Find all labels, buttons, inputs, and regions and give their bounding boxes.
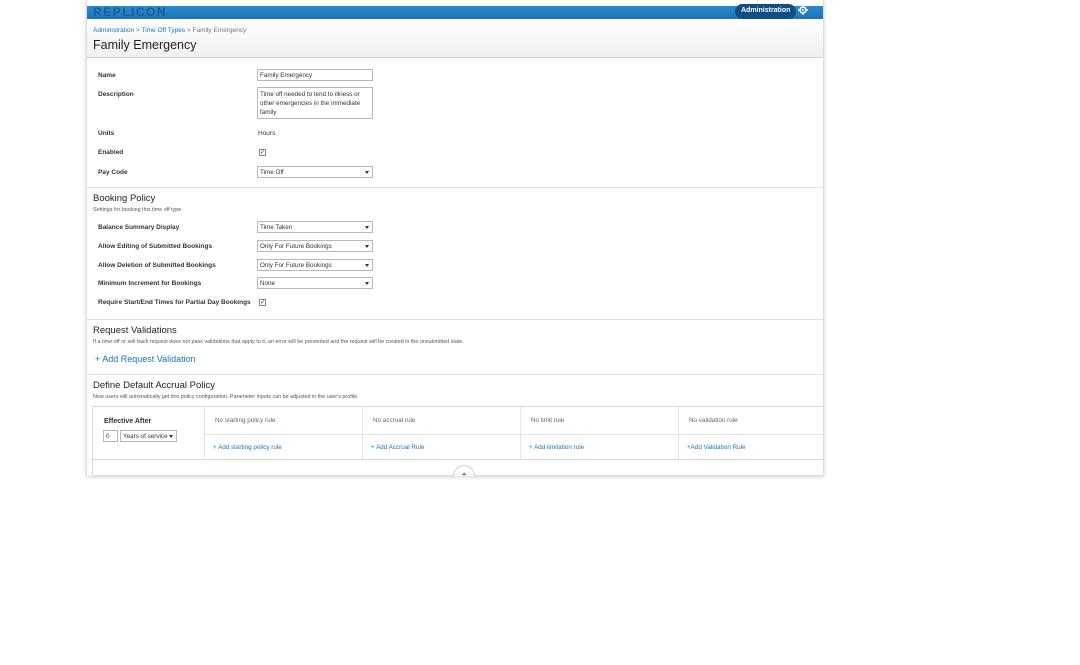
breadcrumb-administration-link[interactable]: Administration (93, 27, 134, 34)
name-label: Name (98, 72, 116, 79)
allow-deletion-label: Allow Deletion of Submitted Bookings (98, 262, 216, 269)
section-divider (87, 187, 823, 188)
units-label: Units (98, 130, 115, 137)
allow-deletion-select[interactable]: Only For Future Bookings (257, 259, 373, 271)
allow-deletion-value: Only For Future Bookings (260, 262, 332, 269)
limit-rule-column: No limit rule + Add limitation rule (520, 407, 678, 459)
app-window: REPLICON Administration Administration >… (86, 0, 824, 476)
plus-icon: + (461, 470, 467, 476)
accrual-policy-title: Define Default Accrual Policy (93, 380, 215, 391)
pay-code-select[interactable]: Time Off (257, 166, 373, 178)
section-divider (87, 319, 823, 320)
effective-after-label: Effective After (104, 418, 152, 425)
units-value: Hours (258, 130, 276, 137)
page-header: Administration > Time Off Types > Family… (87, 19, 823, 58)
name-input[interactable]: Family Emergency (257, 69, 373, 81)
minimum-increment-value: None (260, 280, 276, 287)
enabled-checkbox[interactable]: ✓ (259, 149, 266, 156)
gear-icon[interactable] (797, 5, 809, 17)
minimum-increment-label: Minimum Increment for Bookings (98, 280, 202, 287)
add-starting-policy-link[interactable]: + Add starting policy rule (213, 444, 282, 451)
pay-code-label: Pay Code (98, 169, 128, 176)
top-bar: REPLICON Administration (87, 0, 823, 19)
balance-summary-select[interactable]: Time Taken (257, 221, 373, 233)
no-starting-policy-text: No starting policy rule (215, 417, 276, 424)
validation-rule-column: No validation rule +Add Validation Rule (678, 407, 823, 459)
caret-down-icon (365, 245, 369, 248)
request-validations-subtitle: If a time off or sell back request does … (93, 339, 464, 345)
caret-down-icon (365, 282, 369, 285)
effective-unit-value: Years of service (123, 433, 168, 440)
breadcrumb-separator: > (185, 27, 193, 34)
caret-down-icon (365, 264, 369, 267)
accrual-policy-subtitle: New users will automatically get this po… (93, 394, 359, 400)
add-accrual-row-button[interactable]: + (453, 465, 475, 476)
breadcrumb-time-off-types-link[interactable]: Time Off Types (141, 27, 185, 34)
no-accrual-rule-text: No accrual rule (373, 417, 416, 424)
effective-unit-select[interactable]: Years of service (120, 430, 177, 442)
caret-down-icon (365, 171, 369, 174)
add-limitation-rule-link[interactable]: + Add limitation rule (529, 444, 584, 451)
no-validation-rule-text: No validation rule (689, 417, 738, 424)
enabled-label: Enabled (98, 149, 124, 156)
caret-down-icon (169, 435, 173, 438)
minimum-increment-select[interactable]: None (257, 277, 373, 289)
effective-after-input[interactable]: 0 (103, 430, 118, 442)
no-limit-rule-text: No limit rule (531, 417, 565, 424)
allow-editing-select[interactable]: Only For Future Bookings (257, 240, 373, 252)
booking-policy-subtitle: Settings for booking this time off type (93, 207, 182, 213)
allow-editing-value: Only For Future Bookings (260, 243, 332, 250)
page-title: Family Emergency (93, 38, 197, 52)
breadcrumb-current: Family Emergency (192, 27, 247, 34)
add-validation-rule-link[interactable]: +Add Validation Rule (687, 444, 746, 451)
replicon-logo[interactable]: REPLICON (93, 5, 167, 19)
check-icon: ✓ (260, 300, 266, 306)
caret-down-icon (365, 226, 369, 229)
check-icon: ✓ (260, 150, 266, 156)
accrual-policy-table: Effective After 0 Years of service No st… (92, 406, 823, 476)
balance-summary-value: Time Taken (260, 224, 293, 231)
accrual-rule-column: No accrual rule + Add Accrual Rule (362, 407, 520, 459)
balance-summary-label: Balance Summary Display (98, 224, 180, 231)
allow-editing-label: Allow Editing of Submitted Bookings (98, 243, 213, 250)
add-request-validation-link[interactable]: + Add Request Validation (95, 354, 196, 364)
require-times-checkbox[interactable]: ✓ (259, 299, 266, 306)
starting-policy-column: No starting policy rule + Add starting p… (204, 407, 362, 459)
description-textarea[interactable]: Time off needed to tend to illness or ot… (257, 87, 373, 119)
booking-policy-title: Booking Policy (93, 193, 156, 204)
accrual-row-divider (93, 459, 823, 460)
description-label: Description (98, 91, 134, 98)
administration-button[interactable]: Administration (735, 4, 797, 19)
breadcrumb: Administration > Time Off Types > Family… (93, 27, 246, 34)
pay-code-value: Time Off (260, 169, 284, 176)
section-divider (87, 374, 823, 375)
add-accrual-rule-link[interactable]: + Add Accrual Rule (371, 444, 424, 451)
request-validations-title: Request Validations (93, 325, 177, 336)
require-times-label: Require Start/End Times for Partial Day … (98, 299, 251, 306)
